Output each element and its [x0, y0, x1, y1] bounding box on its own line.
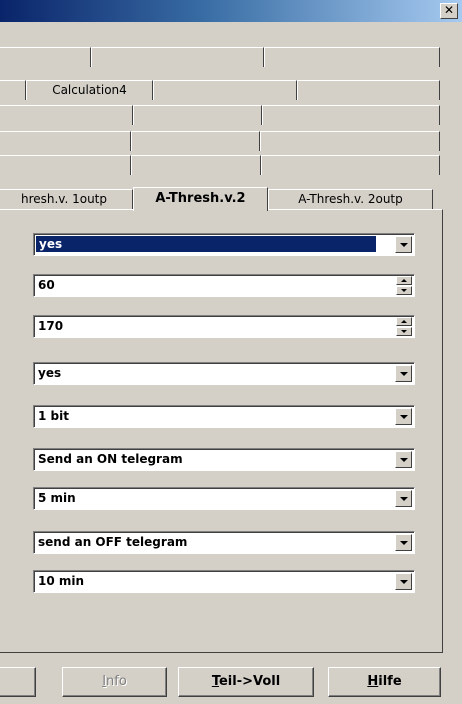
tab-empty[interactable] [133, 105, 262, 125]
chevron-down-icon[interactable] [395, 573, 412, 590]
close-button[interactable]: ✕ [440, 3, 458, 19]
chevron-down-icon[interactable] [395, 236, 412, 253]
tab-empty[interactable] [0, 131, 131, 151]
param-dropdown-2[interactable]: yes [33, 362, 415, 385]
close-icon: ✕ [443, 3, 455, 17]
tab-empty[interactable] [131, 131, 260, 151]
tab-empty[interactable] [261, 155, 440, 175]
tab-a-thresh-v2-outp[interactable]: A-Thresh.v. 2outp [268, 189, 433, 209]
spinner-buttons [396, 317, 412, 336]
tab-empty[interactable] [262, 105, 440, 125]
tab-empty[interactable] [297, 80, 440, 100]
param-dropdown-5[interactable]: 5 min [33, 487, 415, 510]
param-dropdown-7[interactable]: 10 min [33, 570, 415, 593]
spin-down-icon[interactable] [396, 286, 412, 295]
chevron-down-icon[interactable] [395, 408, 412, 425]
param-spinner-1[interactable]: 60 [33, 274, 415, 297]
tab-empty[interactable] [0, 80, 26, 100]
tab-empty[interactable] [153, 80, 297, 100]
chevron-down-icon[interactable] [395, 365, 412, 382]
spin-down-icon[interactable] [396, 327, 412, 336]
param-dropdown-4[interactable]: Send an ON telegram [33, 448, 415, 471]
tab-empty[interactable] [260, 131, 440, 151]
param-dropdown-1[interactable]: yes [33, 233, 415, 256]
title-bar [0, 0, 462, 22]
param-spinner-2[interactable]: 170 [33, 315, 415, 338]
tab-empty[interactable] [91, 47, 264, 67]
tab-empty[interactable] [131, 155, 261, 175]
spin-up-icon[interactable] [396, 276, 412, 285]
chevron-down-icon[interactable] [395, 490, 412, 507]
tab-thresh-v1-outp[interactable]: hresh.v. 1outp [0, 189, 133, 209]
teil-voll-button[interactable]: Teil->Voll [178, 667, 314, 697]
tab-empty[interactable] [0, 155, 131, 175]
chevron-down-icon[interactable] [395, 451, 412, 468]
tab-empty[interactable] [264, 47, 440, 67]
info-button[interactable]: Info [62, 667, 167, 697]
spin-up-icon[interactable] [396, 317, 412, 326]
tab-a-thresh-v2[interactable]: A-Thresh.v.2 [133, 187, 268, 211]
tab-empty[interactable] [0, 47, 91, 67]
tab-calculation4[interactable]: Calculation4 [26, 80, 153, 100]
partial-button[interactable] [0, 667, 36, 697]
spinner-buttons [396, 276, 412, 295]
param-dropdown-6[interactable]: send an OFF telegram [33, 531, 415, 554]
tab-empty[interactable] [0, 105, 133, 125]
param-dropdown-3[interactable]: 1 bit [33, 405, 415, 428]
hilfe-button[interactable]: Hilfe [328, 667, 441, 697]
chevron-down-icon[interactable] [395, 534, 412, 551]
